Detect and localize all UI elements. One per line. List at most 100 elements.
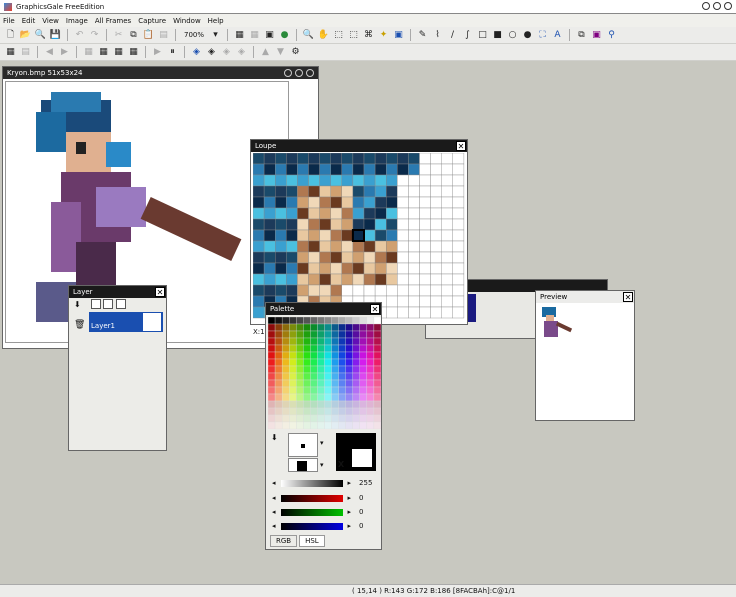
preview-close-button[interactable]: ✕ xyxy=(623,292,633,302)
loupe-pixel[interactable] xyxy=(385,196,398,209)
loupe-pixel[interactable] xyxy=(286,251,298,264)
palette-swatch[interactable] xyxy=(274,317,283,325)
palette-swatch[interactable] xyxy=(281,344,290,353)
loupe-pixel[interactable] xyxy=(275,163,287,176)
new-file-icon[interactable]: 🗋 xyxy=(4,29,17,42)
loupe-pixel[interactable] xyxy=(263,284,276,297)
loupe-pixel[interactable] xyxy=(374,196,387,209)
palette-swatch[interactable] xyxy=(281,358,290,367)
loupe-pixel[interactable] xyxy=(275,262,287,275)
loupe-pixel[interactable] xyxy=(408,185,420,198)
palette-swatch[interactable] xyxy=(317,365,325,374)
palette-swatch[interactable] xyxy=(324,421,332,429)
palette-swatch[interactable] xyxy=(268,365,276,374)
loupe-pixel[interactable] xyxy=(452,218,465,231)
loupe-pixel[interactable] xyxy=(352,273,365,286)
lasso-select-icon[interactable]: ⬚ xyxy=(347,29,360,42)
loupe-pixel[interactable] xyxy=(385,153,398,165)
loupe-pixel[interactable] xyxy=(452,273,465,286)
loupe-pixel[interactable] xyxy=(308,185,320,198)
palette-swatch[interactable] xyxy=(366,393,375,402)
stamp-icon[interactable]: ⧉ xyxy=(575,29,588,42)
palette-swatch[interactable] xyxy=(289,351,297,360)
loupe-pixel[interactable] xyxy=(419,229,431,242)
palette-swatch[interactable] xyxy=(268,337,276,346)
loupe-pixel[interactable] xyxy=(452,306,465,319)
palette-swatch[interactable] xyxy=(338,351,346,360)
loupe-pixel[interactable] xyxy=(297,262,309,275)
palette-load-icon[interactable]: ◈ xyxy=(190,46,203,59)
menu-all-frames[interactable]: All Frames xyxy=(95,17,131,25)
loupe-pixel[interactable] xyxy=(408,163,420,176)
minimize-button[interactable] xyxy=(702,2,710,10)
menu-edit[interactable]: Edit xyxy=(22,17,36,25)
loupe-pixel[interactable] xyxy=(330,240,342,253)
palette-swatch[interactable] xyxy=(331,344,339,353)
loupe-pixel[interactable] xyxy=(408,174,420,187)
loupe-pixel[interactable] xyxy=(430,295,442,308)
palette-swatch[interactable] xyxy=(281,351,290,360)
palette-swatch[interactable] xyxy=(310,372,318,381)
loupe-pixel[interactable] xyxy=(408,251,420,264)
palette-swatch[interactable] xyxy=(352,421,360,429)
palette-swatch[interactable] xyxy=(366,323,375,332)
palette-swatch[interactable] xyxy=(274,337,283,346)
palette-swatch[interactable] xyxy=(373,400,381,409)
alpha-slider[interactable] xyxy=(280,479,343,487)
palette-swatch[interactable] xyxy=(268,372,276,381)
tile-icon[interactable]: ▣ xyxy=(263,29,276,42)
palette-swatch[interactable] xyxy=(317,414,325,423)
palette-swatch[interactable] xyxy=(359,358,368,367)
palette-swatch[interactable] xyxy=(289,379,297,388)
loupe-pixel[interactable] xyxy=(452,174,465,187)
loupe-pixel[interactable] xyxy=(441,153,453,165)
loupe-pixel[interactable] xyxy=(397,295,409,308)
loupe-pixel[interactable] xyxy=(341,218,354,231)
settings-icon[interactable]: ⚙ xyxy=(289,46,302,59)
loupe-pixel[interactable] xyxy=(408,240,420,253)
rect-outline-icon[interactable]: □ xyxy=(476,29,489,42)
palette-swatch[interactable] xyxy=(296,337,304,346)
chevron-right-icon[interactable]: ▸ xyxy=(348,494,352,502)
palette-swatch[interactable] xyxy=(359,386,368,395)
palette-swatch[interactable] xyxy=(359,414,368,423)
loupe-pixel[interactable] xyxy=(319,207,331,220)
palette-swatch[interactable] xyxy=(345,344,353,353)
palette-swatch[interactable] xyxy=(281,379,290,388)
text-icon[interactable]: A xyxy=(551,29,564,42)
loupe-pixel[interactable] xyxy=(352,163,365,176)
chevron-left-icon[interactable]: ◂ xyxy=(272,494,276,502)
layer-lock-icon[interactable] xyxy=(103,299,113,309)
palette-swatch[interactable] xyxy=(317,407,325,416)
fg-color-select[interactable] xyxy=(288,433,318,457)
move-down-icon[interactable]: ▼ xyxy=(274,46,287,59)
palette-swatch[interactable] xyxy=(303,379,311,388)
fill-bucket-icon[interactable]: ⛶ xyxy=(536,29,549,42)
tab-hsl[interactable]: HSL xyxy=(299,535,325,547)
palette-swatch[interactable] xyxy=(366,379,375,388)
menu-file[interactable]: File xyxy=(3,17,15,25)
loupe-pixel[interactable] xyxy=(363,240,376,253)
palette-swatch[interactable] xyxy=(373,421,381,429)
loupe-pixel[interactable] xyxy=(430,284,442,297)
loupe-pixel[interactable] xyxy=(319,163,331,176)
loupe-pixel[interactable] xyxy=(363,174,376,187)
palette-swatch[interactable] xyxy=(317,393,325,402)
palette-swatch[interactable] xyxy=(289,386,297,395)
loupe-pixel[interactable] xyxy=(452,262,465,275)
chevron-down-icon[interactable]: ▾ xyxy=(320,439,324,447)
loupe-pixel[interactable] xyxy=(430,251,442,264)
loupe-pixel[interactable] xyxy=(374,229,387,242)
frame-icon[interactable]: ▣ xyxy=(590,29,603,42)
palette-swatch[interactable] xyxy=(303,421,311,429)
loupe-pixel[interactable] xyxy=(263,262,276,275)
palette-swatch[interactable] xyxy=(373,317,381,325)
loupe-pixel[interactable] xyxy=(297,251,309,264)
palette-swatch[interactable] xyxy=(274,407,283,416)
palette-swatch[interactable] xyxy=(359,351,368,360)
loupe-pixel[interactable] xyxy=(297,218,309,231)
palette-swatch[interactable] xyxy=(331,330,339,339)
add-frame-icon[interactable]: ▦ xyxy=(82,46,95,59)
palette-swatch[interactable] xyxy=(366,407,375,416)
palette-swatch[interactable] xyxy=(303,393,311,402)
